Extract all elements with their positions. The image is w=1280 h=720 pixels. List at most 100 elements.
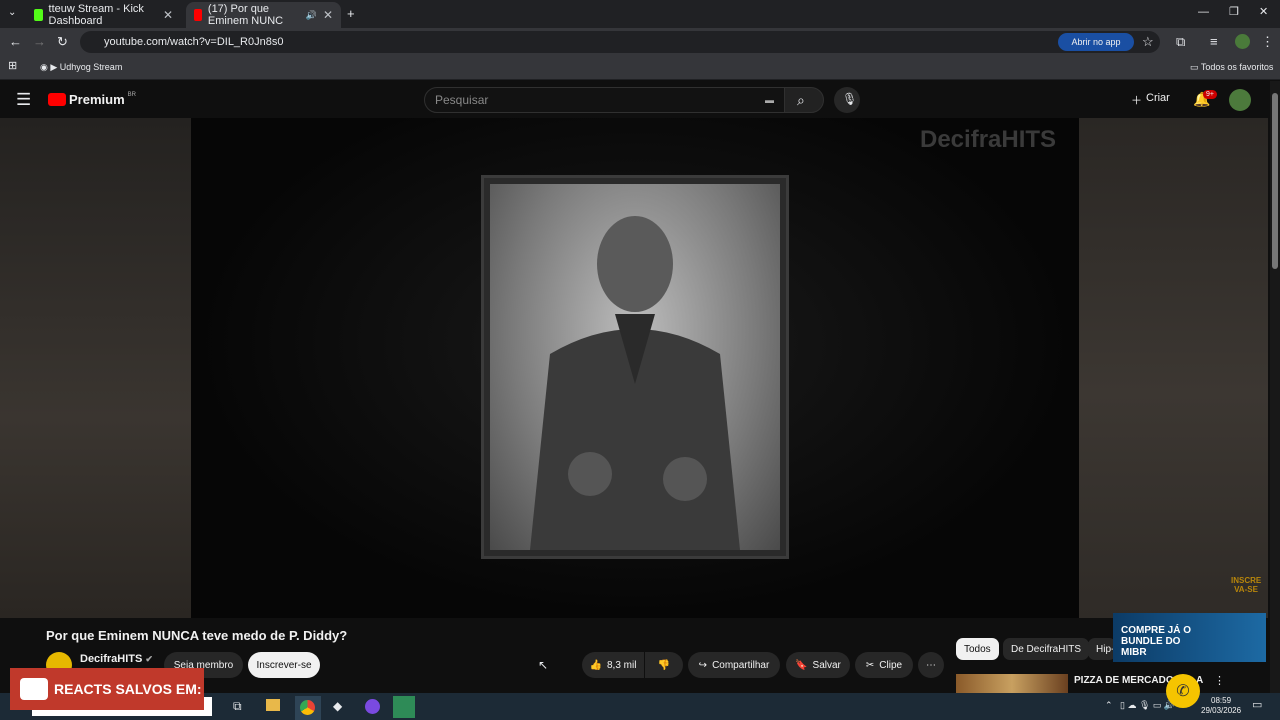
clock-date: 29/03/2026 [1201, 706, 1242, 715]
subscribe-overlay[interactable]: INSCRE VA-SE [1231, 576, 1261, 594]
browser-toolbar: ← → ↻ youtube.com/watch?v=DIL_R0Jn8s0 Ab… [0, 28, 1280, 56]
tab-youtube[interactable]: (17) Por que Eminem NUNC 🔊 ✕ [186, 2, 341, 28]
browser-menu-icon[interactable]: ⋮ [1261, 35, 1274, 48]
ambient-blur-right [1079, 118, 1268, 618]
minimize-icon[interactable]: — [1198, 7, 1209, 18]
keyboard-icon[interactable]: ▬ [765, 95, 774, 105]
chip-label: Todos [964, 643, 991, 655]
ambient-blur-left [0, 118, 191, 618]
voice-search-button[interactable]: 🎙 [834, 87, 860, 113]
file-explorer-icon[interactable] [266, 699, 280, 711]
clock-time: 08:59 [1211, 696, 1232, 705]
scrollbar-thumb[interactable] [1272, 93, 1278, 269]
open-in-app-label: Abrir no app [1071, 37, 1121, 47]
tab-title: tteuw Stream - Kick Dashboard [48, 3, 144, 27]
channel-watermark: DecifraHITS [920, 126, 1057, 153]
like-count: 8,3 mil [607, 659, 637, 671]
recommended-menu-icon[interactable]: ⋮ [1214, 676, 1225, 687]
phone-icon[interactable]: ✆ [1166, 674, 1200, 708]
reacts-banner-text: REACTS SALVOS EM: [54, 681, 202, 697]
all-bookmarks-label: Todos os favoritos [1200, 62, 1274, 72]
chip-all[interactable]: Todos [956, 638, 999, 660]
mouse-cursor-icon: ↖ [538, 658, 549, 672]
kick-favicon-icon [34, 9, 43, 21]
search-icon: ⌕ [797, 92, 805, 108]
more-horizontal-icon: ⋯ [926, 659, 936, 671]
address-bar[interactable]: youtube.com/watch?v=DIL_R0Jn8s0 [80, 31, 1160, 53]
search-placeholder: Pesquisar [435, 93, 489, 107]
chrome-icon [300, 700, 315, 715]
save-button[interactable]: 🔖 Salvar [786, 652, 850, 678]
back-icon[interactable]: ← [9, 35, 22, 48]
restore-icon[interactable]: ❐ [1229, 7, 1239, 18]
app-circle-icon[interactable] [365, 699, 380, 714]
share-button[interactable]: ↪ Compartilhar [688, 652, 780, 678]
bookmark-udhyog[interactable]: ◉ ▶ Udhyog Stream [40, 62, 122, 73]
chrome-taskbar-button[interactable] [295, 696, 321, 720]
recommended-title-text: PIZZA DE MERCADO IT [1074, 675, 1179, 686]
close-tab-icon[interactable]: ✕ [163, 8, 173, 22]
apps-grid-icon[interactable]: ⊞ [8, 61, 17, 72]
recommended-title[interactable]: PIZZA DE MERCADO IT [1074, 675, 1179, 686]
tab-title: (17) Por que Eminem NUNC [207, 3, 284, 27]
logo-text: Premium [69, 92, 125, 107]
mibr-ad-overlay[interactable]: COMPRE JÁ O BUNDLE DO MIBR [1113, 613, 1266, 662]
forward-icon[interactable]: → [33, 35, 46, 48]
page-scrollbar[interactable] [1270, 81, 1280, 693]
notification-badge: 9+ [1203, 90, 1217, 99]
reload-icon[interactable]: ↻ [57, 35, 68, 48]
task-view-icon[interactable]: ⧉ [233, 700, 242, 712]
video-title: Por que Eminem NUNCA teve medo de P. Did… [46, 628, 348, 643]
microphone-icon: 🎙 [842, 92, 858, 106]
open-in-app-button[interactable]: Abrir no app [1058, 33, 1134, 51]
chip-from-channel[interactable]: De DecifraHITS [1003, 638, 1090, 660]
tab-kick[interactable]: tteuw Stream - Kick Dashboard ✕ [26, 2, 181, 28]
dislike-button[interactable]: 👎 [645, 652, 683, 678]
like-button[interactable]: 👍 8,3 mil [582, 652, 644, 678]
ad-text: COMPRE JÁ O BUNDLE DO MIBR [1121, 625, 1192, 658]
youtube-header: ☰ Premium BR Pesquisar ▬ ⌕ 🎙 ＋ Criar 🔔 9… [0, 81, 1280, 119]
reacts-banner: REACTS SALVOS EM: [10, 668, 204, 710]
subscribe-button[interactable]: Inscrever-se [248, 652, 320, 678]
create-label: Criar [1146, 92, 1170, 104]
video-player[interactable]: DecifraHITS INSCRE VA-SE [0, 118, 1268, 618]
create-button[interactable]: ＋ Criar [1131, 92, 1170, 108]
youtube-favicon-icon [194, 9, 202, 21]
profile-avatar[interactable] [1235, 34, 1250, 49]
search-input[interactable]: Pesquisar ▬ [424, 87, 785, 113]
tray-chevron-icon[interactable]: ⌃ [1105, 701, 1113, 710]
search-button[interactable]: ⌕ [784, 87, 824, 113]
clip-button[interactable]: ✂ Clipe [855, 652, 913, 678]
tray-icons[interactable]: ▯ ☁ 🎙 ▭ 🔊 [1120, 701, 1175, 710]
channel-name[interactable]: DecifraHITS ✔ [80, 653, 153, 665]
recommended-thumbnail[interactable] [956, 674, 1068, 693]
portrait-frame [481, 175, 789, 559]
hamburger-menu-icon[interactable]: ☰ [16, 91, 31, 108]
window-close-icon[interactable]: ✕ [1259, 7, 1268, 18]
channel-name-text: DecifraHITS [80, 653, 143, 665]
tab-search-icon[interactable]: ⌄ [8, 8, 16, 18]
youtube-logo[interactable]: Premium BR [48, 92, 136, 107]
notification-center-icon[interactable]: ▭ [1252, 700, 1262, 711]
chip-hiphop[interactable]: Hip- [1088, 638, 1116, 660]
more-actions-button[interactable]: ⋯ [918, 652, 944, 678]
clock[interactable]: 08:59 29/03/2026 [1201, 696, 1241, 716]
speaker-icon[interactable]: 🔊 [306, 10, 317, 21]
new-tab-icon[interactable]: + [347, 7, 355, 20]
bookmark-star-icon[interactable]: ☆ [1142, 35, 1154, 48]
clip-label: Clipe [879, 659, 903, 671]
app-green-icon[interactable] [393, 696, 415, 718]
media-icon[interactable]: ≡ [1210, 35, 1218, 48]
chip-label: Hip- [1096, 643, 1115, 655]
thumbs-up-icon: 👍 [589, 659, 602, 671]
close-tab-icon[interactable]: ✕ [323, 8, 333, 22]
portrait-photo [490, 184, 780, 550]
all-bookmarks[interactable]: ▭ Todos os favoritos [1190, 62, 1273, 73]
account-avatar[interactable] [1229, 89, 1251, 111]
app-diamond-icon[interactable]: ◆ [333, 700, 342, 712]
video-frame[interactable]: DecifraHITS INSCRE VA-SE [191, 118, 1261, 618]
bookmarks-bar: ⊞ ◉ ▶ Udhyog Stream ▭ Todos os favoritos [0, 56, 1280, 80]
extensions-icon[interactable]: ⧉ [1176, 35, 1185, 48]
youtube-play-icon [48, 93, 66, 106]
scissors-icon: ✂ [865, 659, 875, 671]
